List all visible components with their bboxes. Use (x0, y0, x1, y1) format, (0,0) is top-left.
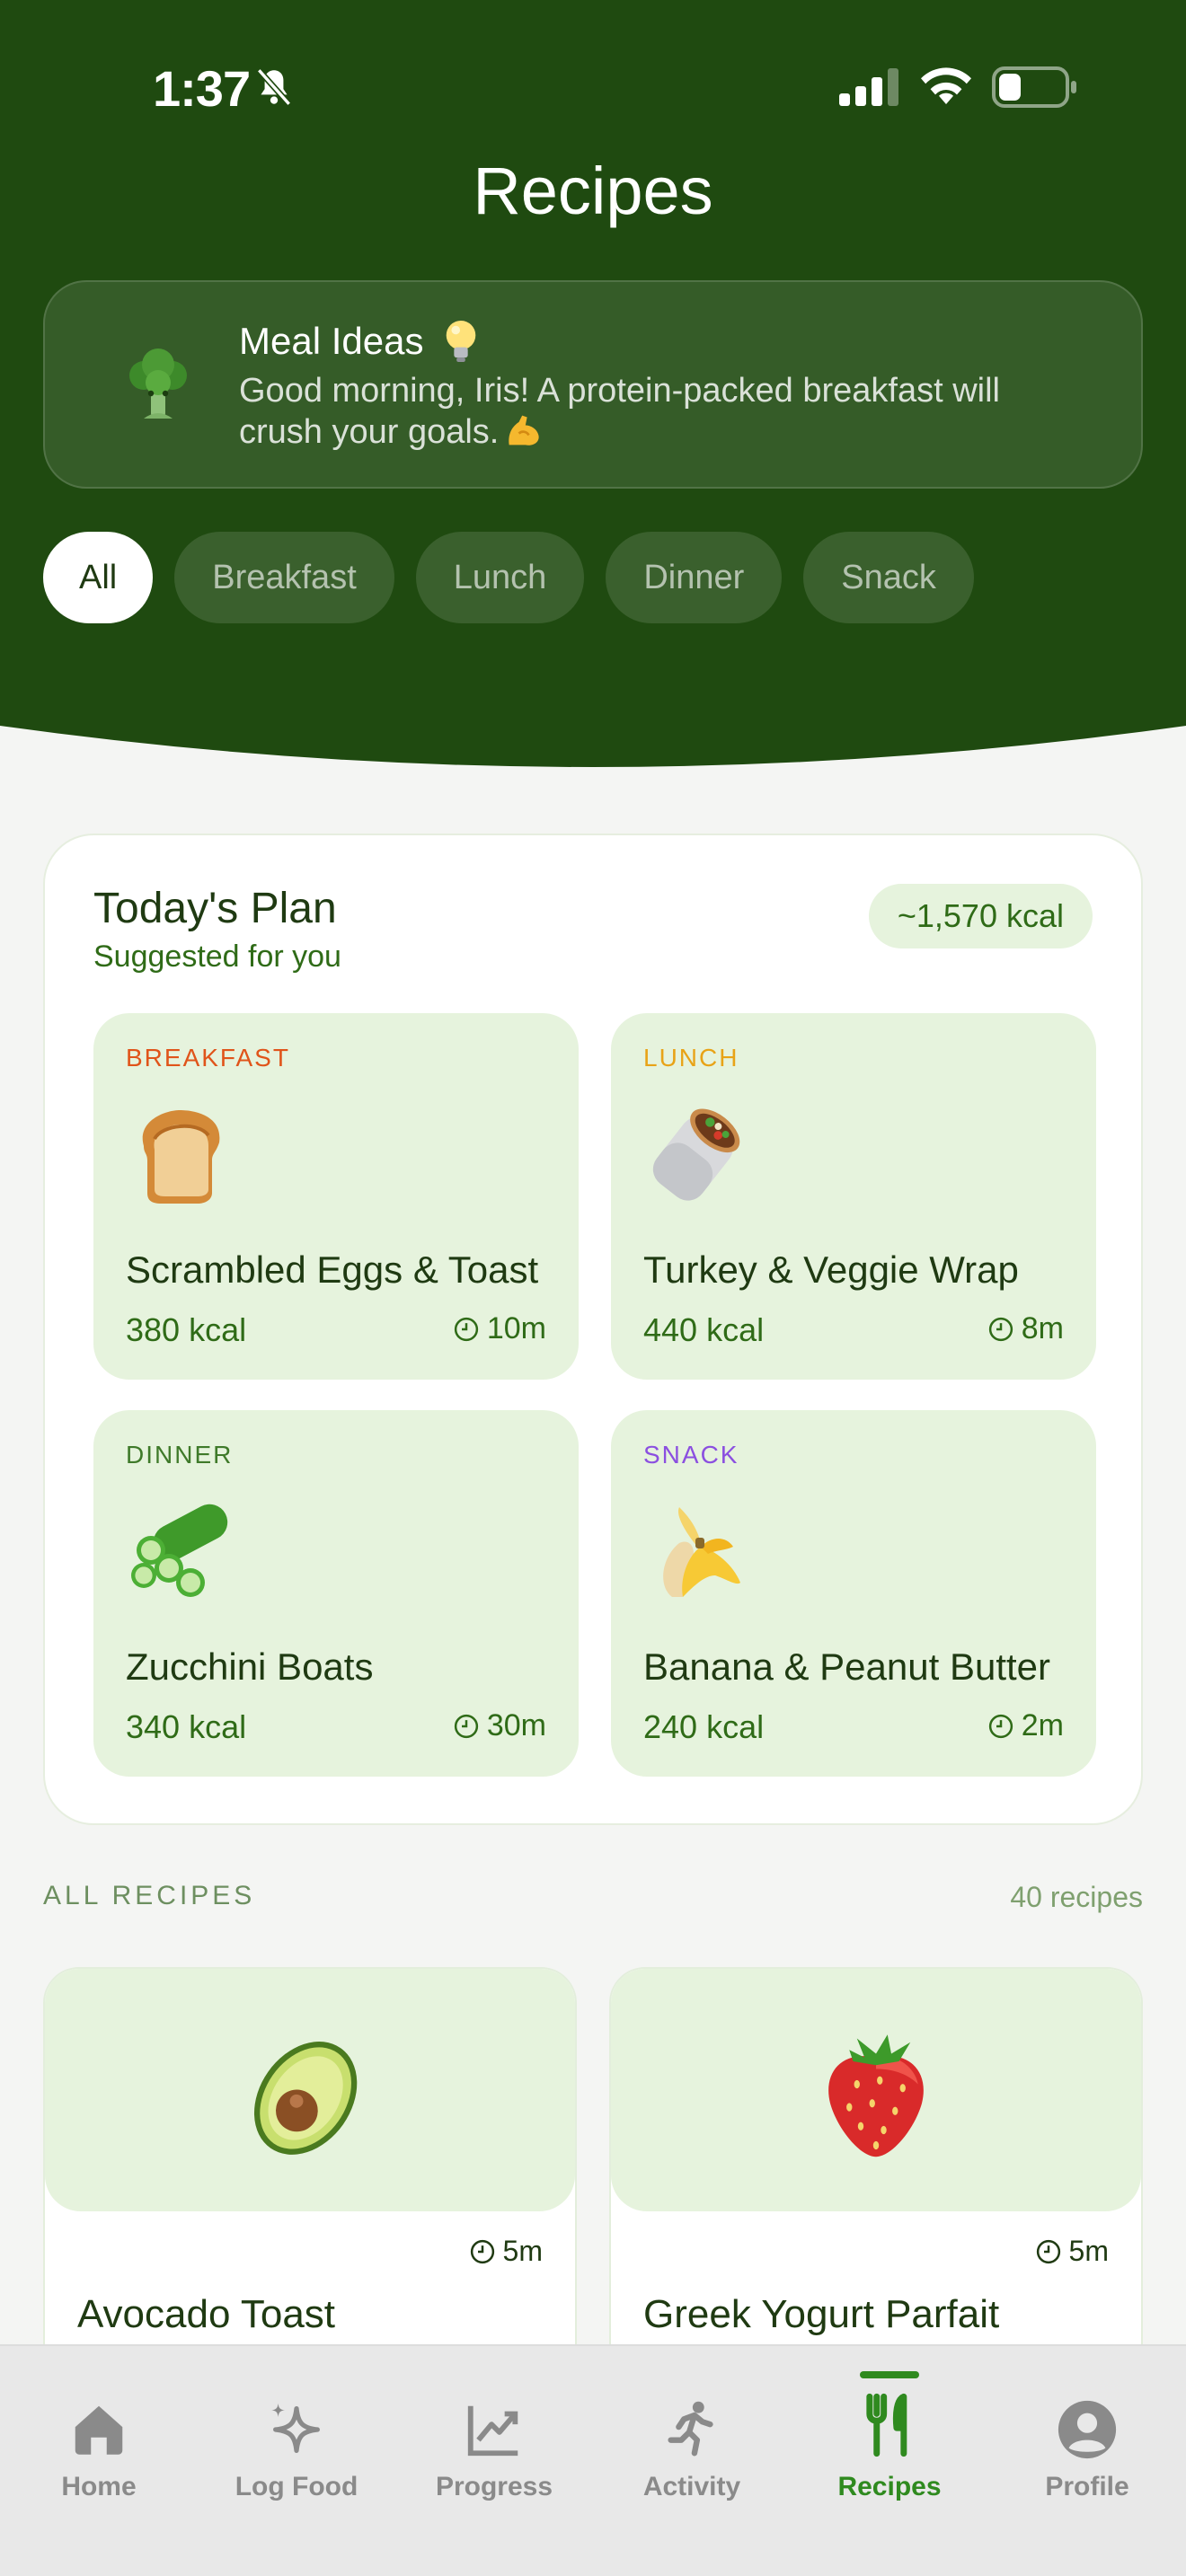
clock-icon (988, 1714, 1013, 1738)
chart-icon (467, 2405, 518, 2457)
meal-time-value: 8m (1021, 1311, 1064, 1345)
active-tab-indicator (860, 2371, 919, 2378)
meal-tile-snack[interactable]: SNACK Banana & Peanut Butter 240 kcal 2m (611, 1410, 1096, 1777)
recipe-time: 5m (469, 2235, 543, 2268)
recipe-count: 40 recipes (1010, 1881, 1143, 1913)
status-time: 1:37 (153, 60, 251, 117)
nav-label: Home (61, 2472, 137, 2501)
meal-ideas-title: Meal Ideas (239, 320, 424, 362)
meal-kcal: 240 kcal (643, 1708, 765, 1745)
sparkle-icon (271, 2403, 320, 2453)
bread-icon (142, 1110, 220, 1204)
meal-ideas-banner[interactable]: Meal Ideas Good morning, Iris! A protein… (43, 280, 1143, 489)
banana-icon (663, 1507, 740, 1597)
meal-time-value: 30m (486, 1708, 546, 1742)
recipe-image (45, 1969, 575, 2211)
meal-kcal: 380 kcal (126, 1311, 247, 1348)
clock-icon (1036, 2239, 1060, 2263)
lightbulb-icon (446, 320, 476, 362)
meal-kcal: 440 kcal (643, 1311, 765, 1348)
nav-recipes[interactable]: Recipes (791, 2346, 988, 2526)
meal-time: 10m (453, 1311, 546, 1346)
meal-tag: SNACK (643, 1441, 739, 1469)
meal-tile-lunch[interactable]: LUNCH Turkey & Veggie Wrap 440 kcal 8m (611, 1013, 1096, 1380)
nav-label: Recipes (837, 2472, 942, 2501)
wifi-icon (921, 67, 971, 104)
all-recipes-label: ALL RECIPES (43, 1881, 256, 1910)
filter-chip-lunch[interactable]: Lunch (415, 532, 585, 623)
filter-chip-breakfast[interactable]: Breakfast (174, 532, 394, 623)
todays-plan-subtitle: Suggested for you (93, 940, 341, 974)
meal-time-value: 2m (1021, 1708, 1064, 1742)
bell-muted-icon (256, 68, 292, 106)
cucumber-icon (131, 1504, 228, 1597)
filter-chip-dinner[interactable]: Dinner (606, 532, 783, 623)
nav-log-food[interactable]: Log Food (198, 2346, 395, 2526)
recipe-name: Avocado Toast (77, 2292, 336, 2336)
clock-icon (470, 2239, 494, 2263)
meal-name: Banana & Peanut Butter (643, 1645, 1050, 1688)
category-filters: All Breakfast Lunch Dinner Snack (43, 532, 974, 623)
meal-tag: LUNCH (643, 1044, 739, 1072)
flexed-biceps-icon (509, 415, 540, 446)
filter-chip-all[interactable]: All (43, 532, 154, 623)
runner-icon (668, 2401, 713, 2457)
meal-tile-breakfast[interactable]: BREAKFAST Scrambled Eggs & Toast 380 kca… (93, 1013, 579, 1380)
nav-label: Activity (642, 2472, 741, 2501)
meal-time: 8m (987, 1311, 1064, 1346)
meal-ideas-message: Good morning, Iris! A protein-packed bre… (239, 370, 1084, 453)
meal-name: Turkey & Veggie Wrap (643, 1248, 1019, 1291)
broccoli-icon (129, 348, 187, 419)
avocado-icon (253, 2042, 358, 2155)
meal-time: 30m (453, 1708, 546, 1743)
recipe-time-value: 5m (1068, 2235, 1109, 2267)
page-title: Recipes (473, 154, 713, 228)
meal-ideas-message-text: Good morning, Iris! A protein-packed bre… (239, 372, 1000, 451)
nav-profile[interactable]: Profile (988, 2346, 1186, 2526)
battery-icon (992, 66, 1076, 108)
nav-label: Profile (1045, 2472, 1129, 2501)
meal-kcal: 340 kcal (126, 1708, 247, 1745)
nav-label: Progress (435, 2472, 553, 2501)
profile-icon (1058, 2400, 1117, 2459)
meal-name: Scrambled Eggs & Toast (126, 1248, 539, 1291)
meal-name: Zucchini Boats (126, 1645, 374, 1688)
fork-knife-icon (866, 2393, 907, 2457)
meal-time: 2m (987, 1708, 1064, 1743)
recipe-name: Greek Yogurt Parfait (643, 2292, 1000, 2336)
meal-tile-dinner[interactable]: DINNER Zucchini Boats 340 kcal 30m (93, 1410, 579, 1777)
total-kcal-badge: ~1,570 kcal (868, 884, 1093, 948)
filter-chip-snack[interactable]: Snack (803, 532, 974, 623)
bottom-navigation: Home Log Food Progress Activity Recipes (0, 2344, 1186, 2576)
burrito-icon (652, 1108, 740, 1201)
strawberry-icon (828, 2034, 924, 2157)
nav-activity[interactable]: Activity (593, 2346, 791, 2526)
recipe-time-value: 5m (502, 2235, 543, 2267)
nav-label: Log Food (235, 2472, 358, 2501)
recipe-time: 5m (1035, 2235, 1109, 2268)
todays-plan-title: Today's Plan (93, 885, 337, 932)
todays-plan-card: Today's Plan Suggested for you ~1,570 kc… (43, 834, 1143, 1825)
meal-time-value: 10m (486, 1311, 546, 1345)
clock-icon (454, 1317, 478, 1341)
clock-icon (454, 1714, 478, 1738)
nav-progress[interactable]: Progress (395, 2346, 593, 2526)
home-icon (75, 2405, 123, 2455)
nav-home[interactable]: Home (0, 2346, 198, 2526)
meal-tag: DINNER (126, 1441, 234, 1469)
meal-tag: BREAKFAST (126, 1044, 290, 1072)
recipe-image (611, 1969, 1141, 2211)
clock-icon (988, 1317, 1013, 1341)
signal-icon (839, 68, 898, 106)
